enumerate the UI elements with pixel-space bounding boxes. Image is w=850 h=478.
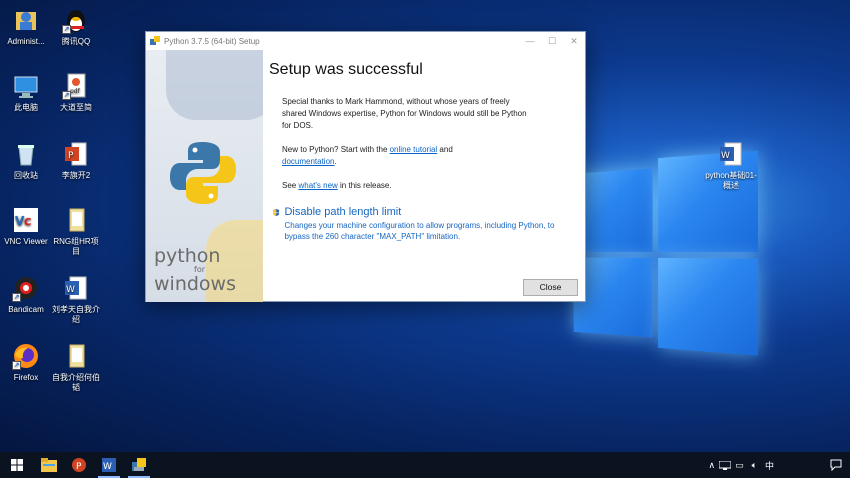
- powerpoint-icon: P: [72, 458, 86, 472]
- word-file-icon: W: [62, 274, 90, 302]
- window-title: Python 3.7.5 (64-bit) Setup: [164, 36, 260, 46]
- bandicam-icon: ↗: [12, 274, 40, 302]
- svg-text:P: P: [68, 151, 74, 161]
- svg-text:W: W: [66, 285, 75, 295]
- shortcut-arrow-icon: ↗: [62, 91, 71, 100]
- desktop-icon-bandicam[interactable]: ↗ Bandicam: [0, 274, 52, 315]
- svg-text:pdf: pdf: [70, 88, 81, 95]
- user-folder-icon: [12, 6, 40, 34]
- thanks-text: Special thanks to Mark Hammond, without …: [282, 97, 527, 130]
- desktop-icon-vnc-viewer[interactable]: VC VNC Viewer: [0, 206, 52, 247]
- qq-penguin-icon: ↗: [62, 6, 90, 34]
- disable-path-limit-option[interactable]: Disable path length limit Changes your m…: [273, 206, 575, 242]
- python-logo-icon: [170, 142, 236, 204]
- option-title: Disable path length limit: [284, 206, 402, 218]
- taskbar-word[interactable]: W: [94, 452, 124, 478]
- start-button[interactable]: [0, 452, 34, 478]
- powerpoint-file-icon: P: [62, 140, 90, 168]
- shortcut-arrow-icon: ↗: [12, 293, 21, 302]
- vnc-icon: VC: [12, 206, 40, 234]
- desktop-icon-python-doc[interactable]: W python基础01-概述: [703, 140, 759, 191]
- new-to-python-text: New to Python? Start with the online tut…: [282, 145, 453, 166]
- desktop-icon-rng-folder[interactable]: RNG组HR项目: [50, 206, 102, 257]
- svg-text:W: W: [103, 462, 112, 472]
- python-for-windows-logo: python for windows: [154, 245, 236, 295]
- svg-text:W: W: [721, 151, 730, 161]
- whats-new-text: See what's new in this release.: [282, 181, 392, 190]
- ime-indicator[interactable]: 中: [765, 459, 774, 472]
- volume-icon[interactable]: 🔈︎: [752, 460, 757, 471]
- desktop-icon-ppt[interactable]: P 李旗开2: [50, 140, 102, 181]
- word-file-icon: W: [717, 140, 745, 168]
- close-button[interactable]: Close: [523, 279, 578, 296]
- taskbar-powerpoint[interactable]: P: [64, 452, 94, 478]
- taskbar: P W ∧ ▭ 🔈︎ 中: [0, 452, 850, 478]
- python-setup-icon: [132, 458, 146, 471]
- display-icon[interactable]: ▭: [735, 460, 744, 471]
- computer-icon: [12, 72, 40, 100]
- desktop-icon-intro-folder[interactable]: 自我介绍何伯韬: [50, 342, 102, 393]
- minimize-icon[interactable]: —: [519, 36, 541, 46]
- shortcut-arrow-icon: ↗: [12, 361, 21, 370]
- desktop-icon-administrator[interactable]: Administ...: [0, 6, 52, 47]
- dialog-content: Setup was successful Special thanks to M…: [269, 50, 575, 242]
- maximize-icon[interactable]: ☐: [541, 36, 563, 47]
- svg-text:C: C: [24, 217, 31, 228]
- uac-shield-icon: [273, 208, 280, 217]
- documentation-link[interactable]: documentation: [282, 157, 334, 166]
- desktop-icon-this-pc[interactable]: 此电脑: [0, 72, 52, 113]
- desktop-icon-pdf[interactable]: pdf ↗ 大道至简: [50, 72, 102, 113]
- taskbar-file-explorer[interactable]: [34, 452, 64, 478]
- shortcut-arrow-icon: ↗: [62, 25, 71, 34]
- pdf-file-icon: pdf ↗: [62, 72, 90, 100]
- desktop-icon-recycle-bin[interactable]: 回收站: [0, 140, 52, 181]
- desktop-icon-qq[interactable]: ↗ 腾讯QQ: [50, 6, 102, 47]
- recycle-bin-icon: [12, 140, 40, 168]
- word-icon: W: [102, 458, 116, 472]
- windows-start-icon: [11, 459, 23, 471]
- svg-text:P: P: [76, 462, 82, 472]
- desktop-icon-word-doc[interactable]: W 刘孝天自我介绍: [50, 274, 102, 325]
- taskbar-python-setup[interactable]: [124, 452, 154, 478]
- file-explorer-icon: [41, 458, 57, 472]
- online-tutorial-link[interactable]: online tutorial: [390, 145, 438, 154]
- setup-dialog: Python 3.7.5 (64-bit) Setup — ☐ ✕ python…: [145, 31, 586, 302]
- whats-new-link[interactable]: what's new: [298, 181, 337, 190]
- folder-icon: [62, 342, 90, 370]
- folder-icon: [62, 206, 90, 234]
- page-title: Setup was successful: [269, 61, 423, 78]
- system-tray: ∧ ▭ 🔈︎ 中: [704, 452, 850, 478]
- dialog-sidebar-banner: python for windows: [146, 50, 263, 302]
- notification-center-icon[interactable]: [830, 459, 842, 471]
- dialog-titlebar[interactable]: Python 3.7.5 (64-bit) Setup — ☐ ✕: [146, 32, 585, 50]
- python-setup-icon: [150, 36, 160, 45]
- chevron-up-icon[interactable]: ∧: [708, 460, 715, 471]
- option-description: Changes your machine configuration to al…: [284, 221, 555, 241]
- network-icon[interactable]: [719, 460, 732, 470]
- close-icon[interactable]: ✕: [563, 36, 585, 47]
- desktop-icon-firefox[interactable]: ↗ Firefox: [0, 342, 52, 383]
- decorative-shape: [166, 50, 263, 120]
- firefox-icon: ↗: [12, 342, 40, 370]
